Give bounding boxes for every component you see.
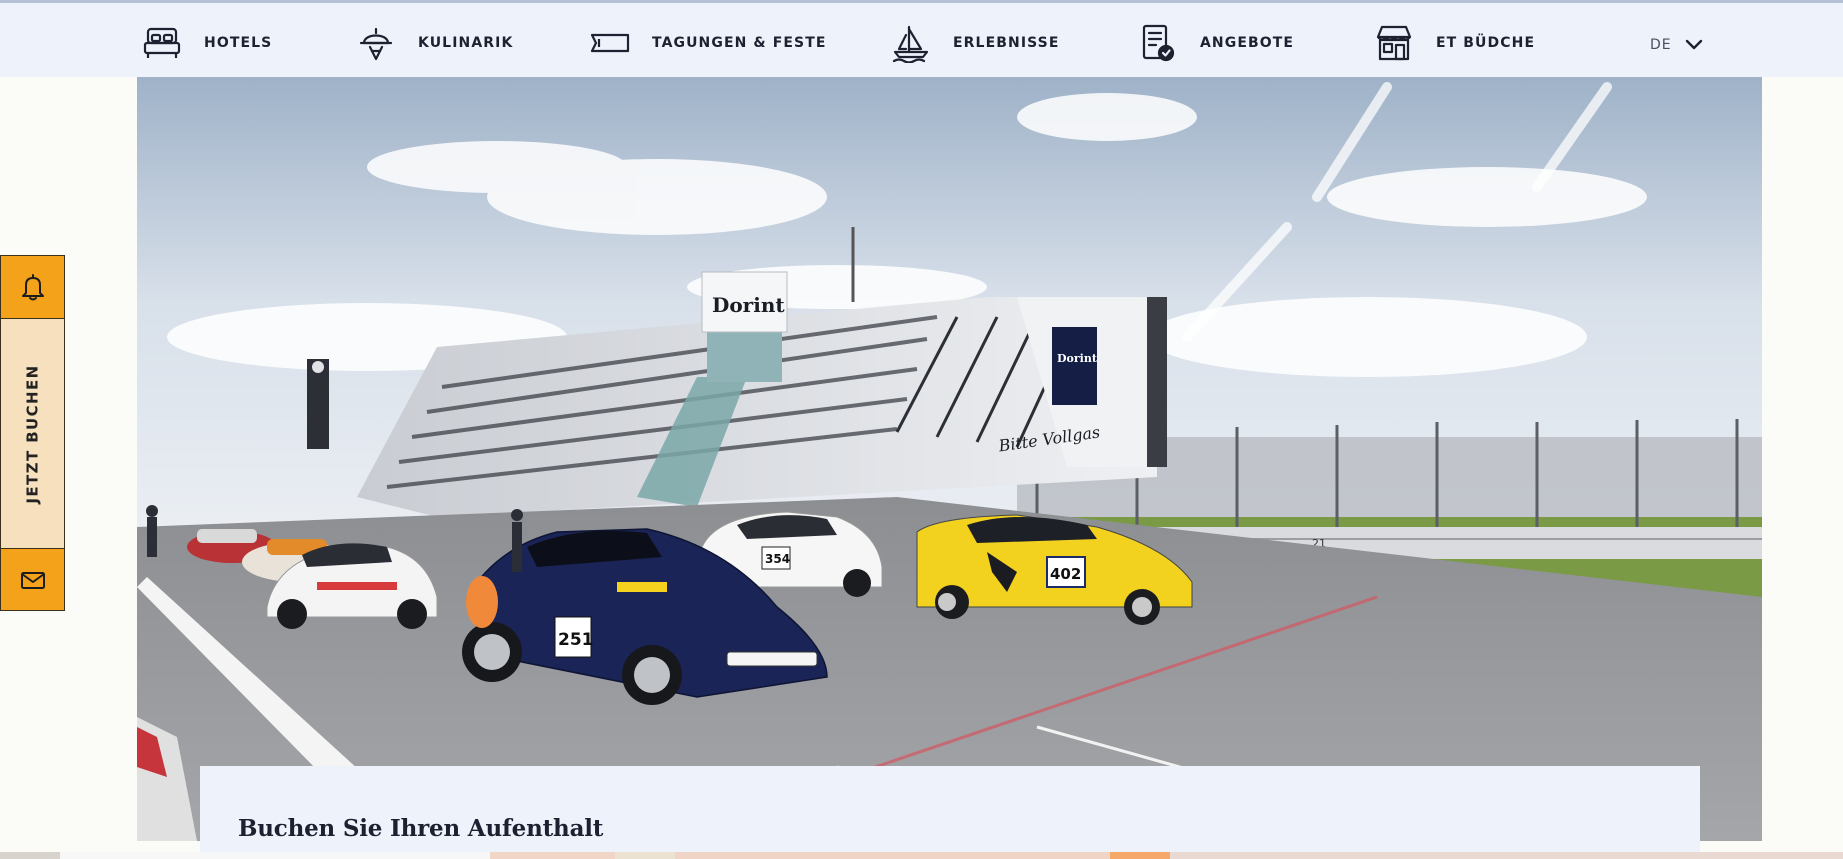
nav-label: KULINARIK — [418, 35, 514, 51]
nav-item-kulinarik[interactable]: KULINARIK — [356, 25, 513, 61]
bed-icon — [143, 27, 181, 58]
booking-title: Buchen Sie Ihren Aufenthalt — [238, 815, 604, 842]
language-label: DE — [1650, 37, 1672, 53]
nav-item-tagungen-feste[interactable]: TAGUNGEN & FESTE — [590, 25, 827, 61]
hero-illustration: 21 Dorint Dorint Bitte Vollgas 354 402 2… — [137, 77, 1762, 841]
footer-color-strip — [0, 852, 1843, 859]
nav-label: ANGEBOTE — [1200, 35, 1295, 51]
nav-item-angebote[interactable]: ANGEBOTE — [1138, 24, 1295, 62]
offer-list-icon — [1142, 24, 1175, 62]
book-now-button[interactable]: JETZT BUCHEN — [0, 319, 65, 549]
hero-image: 21 Dorint Dorint Bitte Vollgas 354 402 2… — [137, 77, 1762, 841]
kiosk-icon — [1376, 25, 1412, 61]
nav-label: ERLEBNISSE — [953, 35, 1060, 51]
ticket-icon — [590, 33, 630, 53]
nav-label: HOTELS — [204, 35, 273, 51]
notification-button[interactable] — [0, 255, 65, 319]
nav-item-hotels[interactable]: HOTELS — [142, 25, 272, 61]
bell-icon — [21, 274, 44, 301]
booking-panel: Buchen Sie Ihren Aufenthalt — [200, 766, 1700, 859]
sailboat-icon — [892, 25, 929, 63]
nav-label: TAGUNGEN & FESTE — [652, 35, 827, 51]
email-button[interactable] — [0, 549, 65, 611]
book-now-label: JETZT BUCHEN — [23, 363, 42, 504]
logo-sign-text: Dorint — [1057, 352, 1098, 365]
mail-icon — [20, 571, 45, 589]
side-booking-widget: JETZT BUCHEN — [0, 255, 65, 611]
car-number-402: 402 — [1050, 565, 1081, 583]
top-navigation: HOTELS KULINARIK TAGUNGEN & FESTE ERLEBN… — [0, 0, 1843, 77]
building-sign-text: Dorint — [712, 293, 785, 317]
chevron-down-icon — [1685, 39, 1702, 50]
chef-hat-icon — [359, 27, 393, 61]
car-number-354: 354 — [765, 552, 790, 566]
nav-item-et-buedche[interactable]: ET BÜDCHE — [1374, 25, 1535, 61]
nav-item-erlebnisse[interactable]: ERLEBNISSE — [891, 25, 1060, 63]
car-number-251: 251 — [558, 630, 594, 650]
nav-label: ET BÜDCHE — [1436, 35, 1536, 51]
language-selector[interactable]: DE — [1650, 31, 1704, 59]
